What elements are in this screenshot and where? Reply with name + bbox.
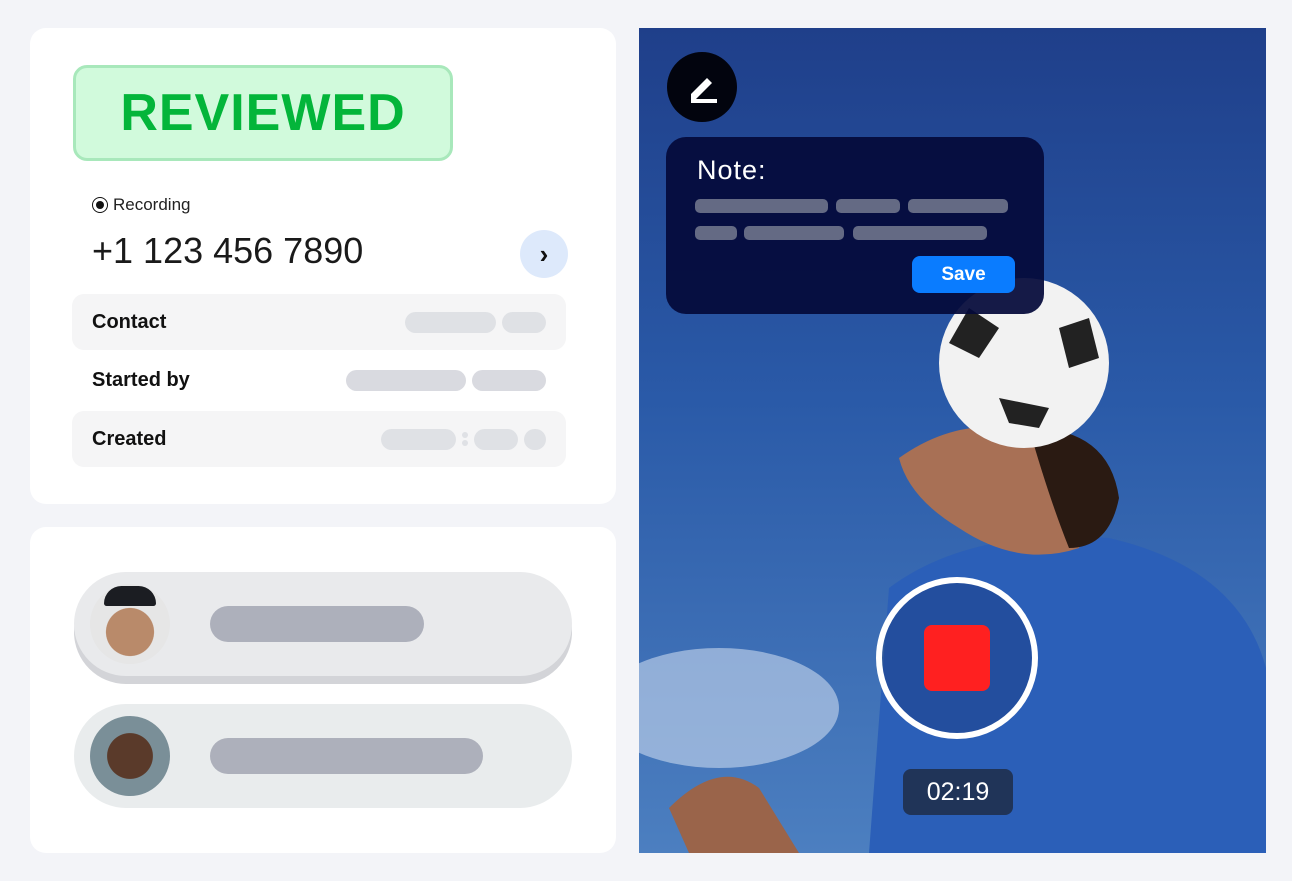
participants-card [30,527,616,853]
note-panel: Note: Save [666,137,1044,314]
recording-label: Recording [113,195,191,214]
status-badge: REVIEWED [73,65,453,161]
call-details-card: REVIEWED Recording +1 123 456 7890 › Con… [30,28,616,504]
detail-row-created: Created [72,411,566,467]
name-placeholder [210,606,424,642]
recording-indicator: Recording [92,195,191,215]
edit-note-button[interactable] [667,52,737,122]
record-radio-icon [92,197,108,213]
note-title: Note: [697,155,767,185]
avatar [90,716,170,796]
phone-number: +1 123 456 7890 [92,230,364,271]
detail-row-started-by: Started by [72,352,566,408]
open-call-button[interactable]: › [520,230,568,278]
participant-item[interactable] [74,704,572,808]
participant-item[interactable] [74,572,572,676]
stop-icon [924,625,990,691]
chevron-right-icon: › [539,238,549,269]
name-placeholder [210,738,483,774]
detail-label: Created [92,427,167,450]
detail-label: Contact [92,310,167,333]
stop-recording-button[interactable] [876,577,1038,739]
detail-row-contact: Contact [72,294,566,350]
avatar [90,584,170,664]
recording-timer: 02:19 [903,769,1013,815]
pencil-icon [691,78,717,103]
detail-label: Started by [92,368,190,391]
video-preview: Note: Save 02:19 [639,28,1266,853]
save-button[interactable]: Save [912,256,1015,293]
